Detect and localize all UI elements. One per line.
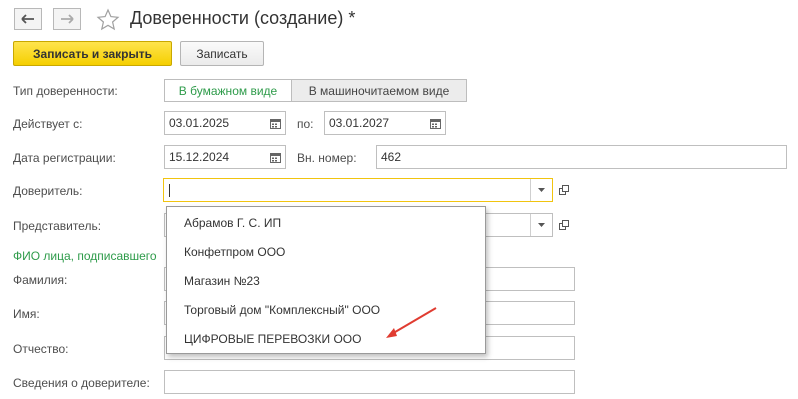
calendar-icon [269,152,281,163]
representative-label: Представитель: [13,219,102,233]
save-button[interactable]: Записать [180,41,264,66]
int-number-label: Вн. номер: [297,151,357,165]
favorite-button[interactable] [96,8,120,32]
valid-to-value: 03.01.2027 [329,116,390,130]
dropdown-item[interactable]: Торговый дом "Комплексный" ООО [184,303,380,317]
dropdown-arrow-icon [538,188,545,192]
calendar-icon [269,118,281,129]
principal-info-label: Сведения о доверителе: [13,376,150,390]
principal-label: Доверитель: [13,184,83,198]
save-and-close-button[interactable]: Записать и закрыть [13,41,172,66]
valid-to-label: по: [297,117,314,131]
valid-from-value: 03.01.2025 [169,116,230,130]
dropdown-item[interactable]: Абрамов Г. С. ИП [184,216,281,230]
calendar-icon [429,118,441,129]
reg-date-value: 15.12.2024 [169,150,230,164]
signer-section-label: ФИО лица, подписавшего [13,249,157,263]
star-icon [96,8,120,31]
principal-open-button[interactable] [556,182,572,198]
type-option-machine-readable[interactable]: В машиночитаемом виде [291,79,467,102]
valid-from-label: Действует с: [13,117,83,131]
valid-from-field[interactable]: 03.01.2025 [164,111,286,135]
first-name-label: Имя: [13,307,40,321]
dropdown-item[interactable]: Магазин №23 [184,274,260,288]
back-arrow-icon [21,14,34,24]
annotation-arrow-icon [386,307,437,338]
type-option-paper[interactable]: В бумажном виде [164,79,292,102]
forward-button[interactable] [53,8,81,30]
open-form-icon [558,219,569,230]
text-cursor [169,184,170,197]
open-form-icon [558,184,569,195]
type-label: Тип доверенности: [13,84,118,98]
valid-to-field[interactable]: 03.01.2027 [324,111,446,135]
forward-arrow-icon [61,14,74,24]
dropdown-arrow-icon [538,223,545,227]
last-name-label: Фамилия: [13,273,68,287]
representative-dropdown-button[interactable] [530,214,552,236]
dropdown-item[interactable]: ЦИФРОВЫЕ ПЕРЕВОЗКИ ООО [184,332,361,346]
reg-date-field[interactable]: 15.12.2024 [164,145,286,169]
reg-date-label: Дата регистрации: [13,151,116,165]
valid-to-calendar-button[interactable] [425,112,445,134]
valid-from-calendar-button[interactable] [265,112,285,134]
int-number-value: 462 [381,150,402,164]
principal-field[interactable] [163,178,553,202]
representative-open-button[interactable] [556,217,572,233]
reg-date-calendar-button[interactable] [265,146,285,168]
int-number-field[interactable]: 462 [376,145,787,169]
dropdown-item[interactable]: Конфетпром ООО [184,245,285,259]
middle-name-label: Отчество: [13,342,69,356]
page-title: Доверенности (создание) * [130,8,356,28]
back-button[interactable] [14,8,42,30]
principal-dropdown-button[interactable] [530,179,552,201]
principal-info-field[interactable] [164,370,575,394]
